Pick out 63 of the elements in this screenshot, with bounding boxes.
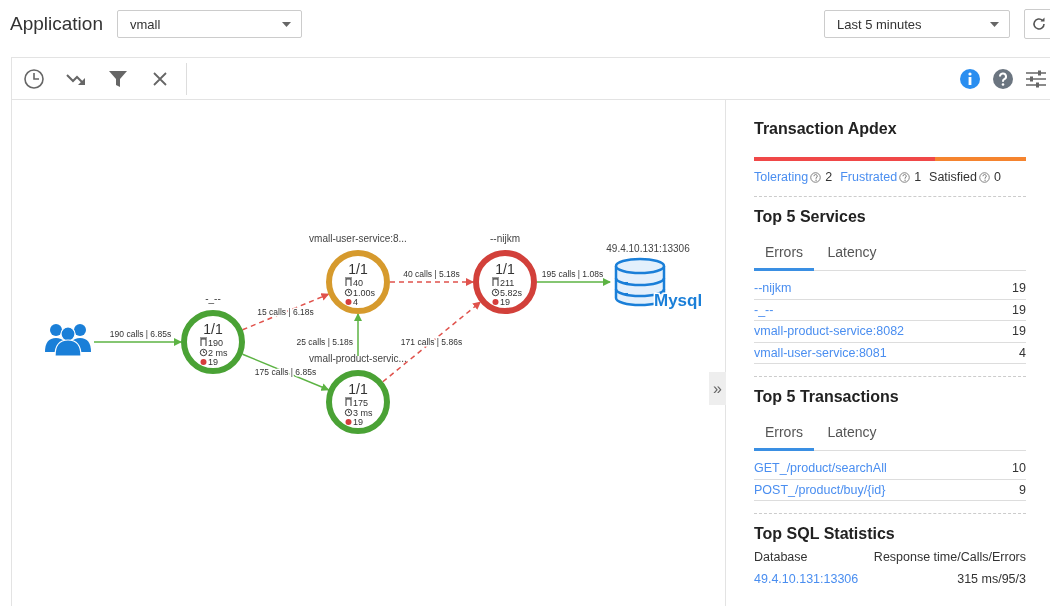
node-ratio: 1/1 [348,261,368,277]
page-title: Application [10,13,103,35]
node-errors: 4 [353,297,358,307]
edge-label: 40 calls | 5.18s [403,269,460,279]
error-count: 10 [1012,461,1026,476]
node-errors: 19 [208,357,218,367]
edge-label: 171 calls | 5.86s [400,337,463,347]
section-title: Top SQL Statistics [754,525,896,543]
transaction-link[interactable]: POST_/product/buy/{id} [754,482,886,497]
error-count: 19 [1012,302,1026,317]
section-title: Transaction Apdex [754,120,898,138]
edge-label: 25 calls | 5.18s [296,337,353,347]
apdex-label: Satisfied [929,170,978,184]
time-range-select[interactable]: Last 5 minutes [824,10,1010,38]
column-header: Response time/Calls/Errors [873,550,1026,564]
node-time: 2 ms [208,348,228,358]
apdex-link[interactable]: Frustrated [840,170,898,184]
node-ratio: 1/1 [203,321,223,337]
apdex-count: 2 [825,170,833,184]
section-title: Top 5 Transactions [754,388,900,406]
node-title: 49.4.10.131:13306 [606,243,690,254]
service-link[interactable]: vmall-product-service:8082 [754,324,905,339]
collapse-button[interactable]: » [709,372,726,405]
node-title: -_-- [205,293,221,304]
edge-label: 15 calls | 6.18s [257,307,314,317]
node-title: --nijkm [490,233,520,244]
column-header: Database [754,550,808,564]
database-link[interactable]: 49.4.10.131:13306 [754,572,859,586]
node-calls: 211 [500,278,515,288]
error-count: 19 [1012,324,1026,339]
edge-label: 175 calls | 6.85s [254,367,317,377]
node-title: vmall-product-servic... [309,353,407,364]
service-link[interactable]: vmall-user-service:8081 [754,345,887,360]
tab[interactable]: Errors [754,238,814,271]
error-count: 19 [1012,281,1026,296]
service-link[interactable]: -_-- [754,302,774,317]
node-errors: 19 [353,417,363,427]
node-ratio: 1/1 [495,261,515,277]
node-ratio: 1/1 [348,381,368,397]
transaction-link[interactable]: GET_/product/searchAll [754,461,887,476]
tab[interactable]: Errors [754,418,814,451]
sql-stats: 315 ms/95/3 [957,572,1026,586]
section-title: Top 5 Services [754,208,867,226]
apdex-count: 0 [994,170,1001,184]
apdex-link[interactable]: Tolerating [754,170,809,184]
tab[interactable]: Latency [822,418,882,451]
node-calls: 175 [353,398,369,408]
node-calls: 190 [208,338,224,348]
error-count: 4 [1019,345,1026,360]
node-title: vmall-user-service:8... [309,233,407,244]
service-link[interactable]: --nijkm [754,281,792,296]
node-calls: 40 [353,278,363,288]
database-label: Mysql [654,291,703,310]
node-time: 3 ms [353,408,373,418]
apdex-count: 1 [914,170,922,184]
node-time: 1.00s [353,288,376,298]
node-time: 5.82s [500,288,523,298]
edge-label: 195 calls | 1.08s [541,269,604,279]
error-count: 9 [1019,482,1026,497]
application-select[interactable]: vmall [116,10,302,38]
node-errors: 19 [500,297,510,307]
tab[interactable]: Latency [822,238,882,271]
edge-label: 190 calls | 6.85s [109,329,172,339]
